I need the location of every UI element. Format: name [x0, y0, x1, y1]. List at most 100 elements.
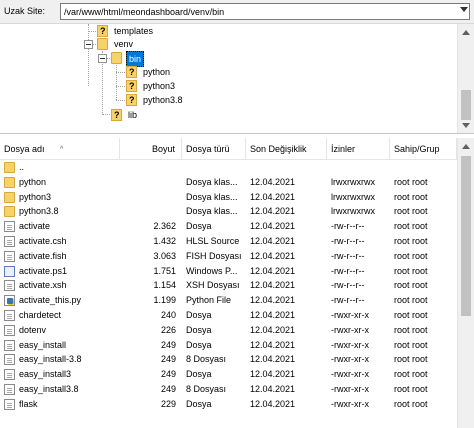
file-permissions: -rw-r--r--: [331, 221, 365, 232]
file-row[interactable]: easy_install-3.8 249 8 Dosyası 12.04.2021 -r…: [0, 352, 457, 367]
file-row[interactable]: dotenv 226 Dosya 12.04.2021 -rwxr-xr-x root r…: [0, 323, 457, 338]
column-header-owner[interactable]: Sahip/Grup: [390, 138, 457, 160]
file-permissions: -rw-r--r--: [331, 265, 365, 276]
file-row[interactable]: ..: [0, 160, 457, 175]
file-size: 226: [160, 324, 176, 335]
file-row[interactable]: activate.ps1 1.751 Windows P... 12.04.2021 -…: [0, 264, 457, 279]
tree-scrollbar[interactable]: [457, 24, 474, 133]
file-row[interactable]: easy_install3 249 Dosya 12.04.2021 -rwxr-xr-…: [0, 367, 457, 382]
file-modified: 12.04.2021: [250, 206, 296, 217]
file-owner: root root: [394, 339, 428, 350]
remote-path-input[interactable]: /var/www/html/meondashboard/venv/bin: [60, 3, 470, 20]
file-icon: [4, 221, 15, 233]
file-owner: root root: [394, 250, 428, 261]
file-row[interactable]: flask 229 Dosya 12.04.2021 -rwxr-xr-x root ro…: [0, 397, 457, 412]
file-icon: [4, 369, 15, 381]
file-type: XSH Dosyası: [186, 280, 240, 291]
column-header-modified[interactable]: Son Değişiklik: [246, 138, 327, 160]
file-row[interactable]: activate 2.362 Dosya 12.04.2021 -rw-r--r-- ro…: [0, 219, 457, 234]
file-icon: [4, 309, 15, 321]
file-size: 1.432: [153, 235, 176, 246]
file-size: 229: [160, 398, 176, 409]
file-name-cell: activate_this.py: [4, 293, 120, 308]
file-row[interactable]: activate.fish 3.063 FISH Dosyası 12.04.2021…: [0, 249, 457, 264]
file-type: HLSL Source: [186, 235, 240, 246]
file-size: [120, 160, 178, 175]
file-name-cell: activate.ps1: [4, 264, 120, 279]
file-row[interactable]: activate.csh 1.432 HLSL Source 12.04.2021 -r…: [0, 234, 457, 249]
column-header-type[interactable]: Dosya türü: [182, 138, 246, 160]
file-size: [120, 204, 178, 219]
file-row[interactable]: easy_install 249 Dosya 12.04.2021 -rwxr-xr-x…: [0, 338, 457, 353]
file-type: [186, 160, 244, 175]
file-type: 8 Dosyası: [186, 383, 227, 394]
sort-ascending-icon: ^: [60, 146, 64, 153]
file-owner: root root: [394, 221, 428, 232]
remote-directory-tree: templates venv bin python python3 python…: [0, 24, 474, 134]
file-name: dotenv: [19, 324, 47, 335]
file-row[interactable]: python Dosya klas... 12.04.2021 lrwxrwxrwx r…: [0, 175, 457, 190]
file-owner: root root: [394, 191, 428, 202]
file-row[interactable]: activate_this.py 1.199 Python File 12.04.20…: [0, 293, 457, 308]
scrollbar-thumb[interactable]: [461, 156, 471, 316]
python-file-icon: [4, 295, 15, 307]
file-owner: root root: [394, 295, 428, 306]
file-modified: 12.04.2021: [250, 280, 296, 291]
file-name-cell: activate.xsh: [4, 278, 120, 293]
path-dropdown-icon[interactable]: [460, 7, 468, 12]
column-header-name[interactable]: Dosya adı ^: [0, 138, 120, 160]
file-size: 2.362: [153, 221, 176, 232]
file-size: [120, 175, 178, 190]
file-type: Dosya: [186, 324, 212, 335]
file-type: Dosya klas...: [186, 176, 238, 187]
file-modified: 12.04.2021: [250, 354, 296, 365]
file-size: 240: [160, 309, 176, 320]
file-row[interactable]: python3 Dosya klas... 12.04.2021 lrwxrwxrwx…: [0, 190, 457, 205]
file-permissions: [331, 160, 389, 175]
file-size: 249: [160, 369, 176, 380]
file-owner: root root: [394, 383, 428, 394]
file-owner: root root: [394, 176, 428, 187]
file-name-cell: easy_install-3.8: [4, 352, 120, 367]
unknown-folder-icon: [126, 93, 137, 107]
file-size: 3.063: [153, 250, 176, 261]
file-row[interactable]: python3.8 Dosya klas... 12.04.2021 lrwxrwxr…: [0, 204, 457, 219]
scroll-up-icon[interactable]: [462, 144, 470, 149]
tree-line: [102, 114, 110, 115]
file-owner: root root: [394, 265, 428, 276]
file-size: 1.199: [153, 295, 176, 306]
file-owner: root root: [394, 280, 428, 291]
file-permissions: -rwxr-xr-x: [331, 339, 369, 350]
file-modified: 12.04.2021: [250, 176, 296, 187]
file-row[interactable]: chardetect 240 Dosya 12.04.2021 -rwxr-xr-x ro…: [0, 308, 457, 323]
file-row[interactable]: easy_install3.8 249 8 Dosyası 12.04.2021 -rw…: [0, 382, 457, 397]
file-owner: root root: [394, 354, 428, 365]
file-name-cell: activate.fish: [4, 249, 120, 264]
file-row[interactable]: activate.xsh 1.154 XSH Dosyası 12.04.2021 -r…: [0, 278, 457, 293]
collapse-venv-icon[interactable]: [84, 40, 93, 49]
file-name-cell: flask: [4, 397, 120, 412]
file-owner: [394, 160, 454, 175]
scroll-up-icon[interactable]: [462, 30, 470, 35]
file-name: easy_install3.8: [19, 383, 79, 394]
file-size: 1.751: [153, 265, 176, 276]
remote-site-label: Uzak Site:: [4, 6, 46, 16]
file-list-header: Dosya adı ^ Boyut Dosya türü Son Değişik…: [0, 138, 457, 160]
file-list-scrollbar[interactable]: [457, 138, 474, 428]
file-name: python3: [19, 191, 52, 202]
scroll-down-icon[interactable]: [462, 123, 470, 128]
file-name-cell: python: [4, 175, 120, 190]
file-type: 8 Dosyası: [186, 354, 227, 365]
file-modified: 12.04.2021: [250, 191, 296, 202]
column-header-size[interactable]: Boyut: [120, 138, 182, 160]
file-name: easy_install-3.8: [19, 354, 82, 365]
folder-icon: [97, 38, 108, 50]
unknown-folder-icon: [126, 65, 137, 79]
folder-icon: [4, 206, 15, 218]
scrollbar-thumb[interactable]: [461, 90, 471, 120]
file-name-cell: chardetect: [4, 308, 120, 323]
column-header-permissions[interactable]: İzinler: [327, 138, 390, 160]
file-name: easy_install3: [19, 369, 72, 380]
folder-open-icon: [111, 52, 122, 64]
collapse-bin-icon[interactable]: [98, 54, 107, 63]
